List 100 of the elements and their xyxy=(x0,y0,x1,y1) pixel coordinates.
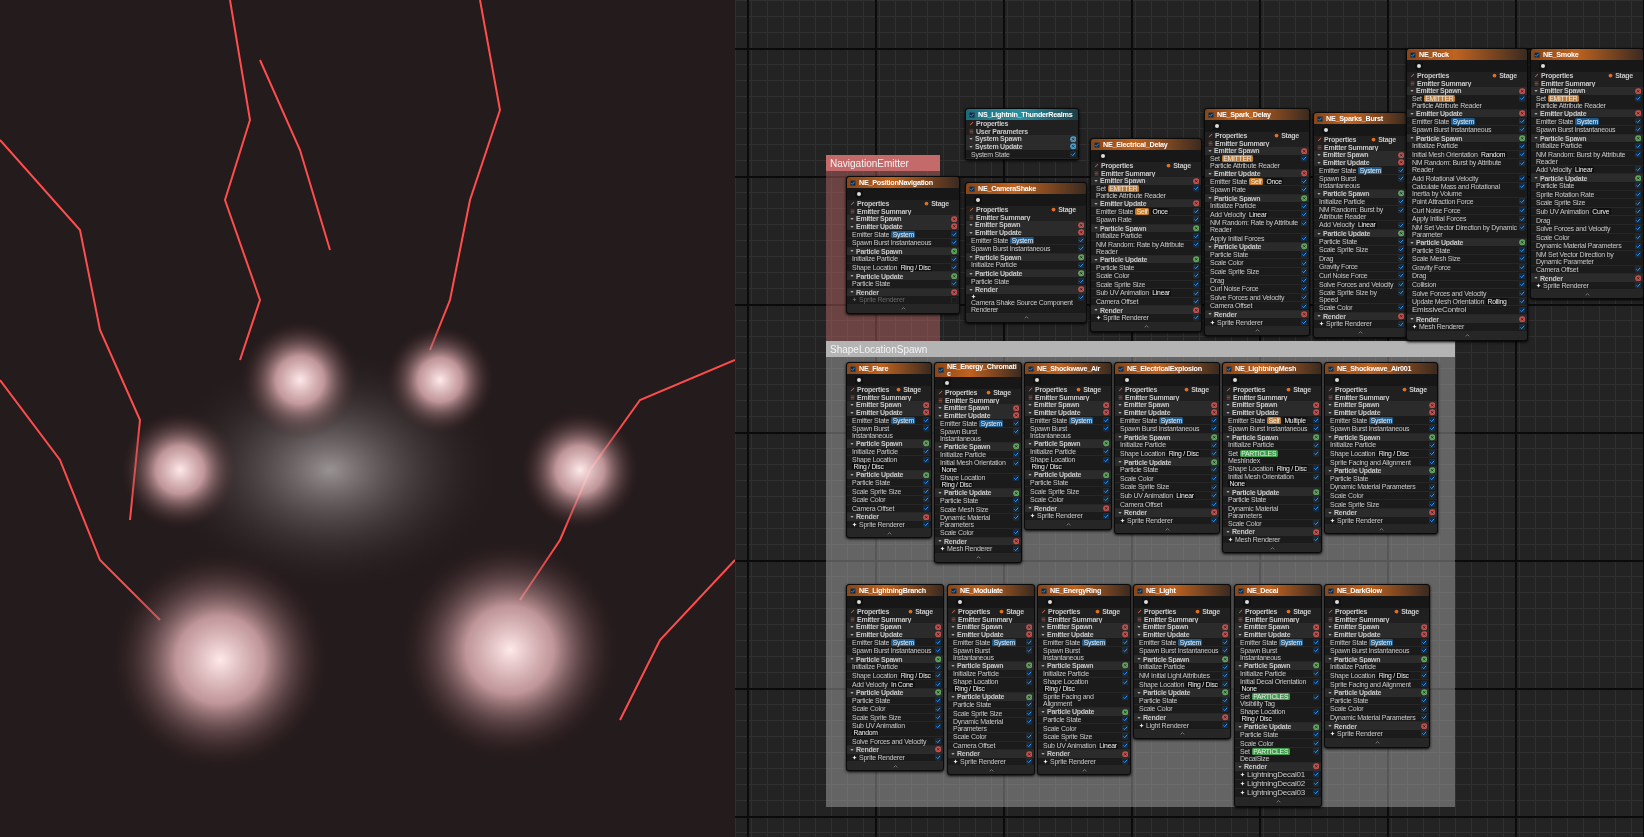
expand-arrow-icon[interactable] xyxy=(1534,89,1538,93)
enable-checkbox[interactable] xyxy=(934,672,941,679)
enable-checkbox[interactable] xyxy=(1210,517,1217,524)
enable-checkbox[interactable] xyxy=(922,448,929,455)
enable-checkbox[interactable] xyxy=(1518,272,1525,280)
comment-header[interactable]: NavigationEmitter xyxy=(826,155,940,171)
enable-checkbox[interactable] xyxy=(1518,198,1525,205)
enable-checkbox[interactable] xyxy=(1518,298,1525,305)
enable-checkbox[interactable] xyxy=(1518,323,1525,331)
enable-checkbox[interactable] xyxy=(1634,208,1641,215)
enable-checkbox[interactable] xyxy=(1518,183,1525,190)
collapse-chevron-icon[interactable] xyxy=(975,556,981,560)
emitter-node[interactable] xyxy=(1324,362,1438,535)
enable-checkbox[interactable] xyxy=(1397,206,1404,214)
enable-checkbox[interactable] xyxy=(1012,545,1019,553)
enable-checkbox[interactable] xyxy=(1012,497,1019,504)
collapse-chevron-icon[interactable] xyxy=(1584,292,1590,296)
enable-checkbox[interactable] xyxy=(1518,281,1525,288)
enable-checkbox[interactable] xyxy=(1397,304,1404,311)
collapse-chevron-icon[interactable] xyxy=(1378,527,1384,531)
enable-checkbox[interactable] xyxy=(1025,733,1032,740)
enable-checkbox[interactable] xyxy=(1300,186,1307,193)
enable-checkbox[interactable] xyxy=(1428,458,1435,466)
emitter-node[interactable] xyxy=(846,176,960,314)
collapse-chevron-icon[interactable] xyxy=(1065,523,1071,527)
emitter-node[interactable] xyxy=(1406,48,1528,341)
enable-checkbox[interactable] xyxy=(934,737,941,745)
enable-checkbox[interactable] xyxy=(922,487,929,495)
enable-checkbox[interactable] xyxy=(1428,517,1435,524)
enable-checkbox[interactable] xyxy=(1192,263,1199,271)
enable-checkbox[interactable] xyxy=(1420,647,1427,654)
enable-checkbox[interactable] xyxy=(1312,780,1319,787)
enable-checkbox[interactable] xyxy=(1121,670,1128,677)
enable-checkbox[interactable] xyxy=(1238,587,1244,594)
enable-checkbox[interactable] xyxy=(1428,500,1435,508)
enable-checkbox[interactable] xyxy=(1634,282,1641,289)
enable-checkbox[interactable] xyxy=(1312,731,1319,738)
enable-checkbox[interactable] xyxy=(1518,159,1525,167)
enable-checkbox[interactable] xyxy=(1210,466,1217,473)
enable-checkbox[interactable] xyxy=(1518,246,1525,254)
enable-checkbox[interactable] xyxy=(1312,536,1319,543)
enable-checkbox[interactable] xyxy=(1312,416,1319,424)
enable-checkbox[interactable] xyxy=(1012,451,1019,458)
emitter-node[interactable] xyxy=(1037,584,1131,776)
enable-checkbox[interactable] xyxy=(1312,465,1319,472)
enable-checkbox[interactable] xyxy=(1397,320,1404,328)
enable-checkbox[interactable] xyxy=(1397,255,1404,262)
enable-checkbox[interactable] xyxy=(1025,742,1032,749)
enable-checkbox[interactable] xyxy=(1397,198,1404,205)
enable-checkbox[interactable] xyxy=(1312,505,1319,512)
collapse-chevron-icon[interactable] xyxy=(988,768,994,772)
enable-checkbox[interactable] xyxy=(1025,647,1032,654)
emitter-node[interactable] xyxy=(1530,48,1644,300)
enable-checkbox[interactable] xyxy=(1221,647,1228,654)
enable-checkbox[interactable] xyxy=(1210,450,1217,457)
enable-checkbox[interactable] xyxy=(1420,714,1427,721)
enable-checkbox[interactable] xyxy=(1420,672,1427,679)
enable-checkbox[interactable] xyxy=(1226,365,1232,372)
enable-checkbox[interactable] xyxy=(1221,638,1228,646)
enable-checkbox[interactable] xyxy=(938,367,944,373)
enable-checkbox[interactable] xyxy=(922,456,929,464)
collapse-chevron-icon[interactable] xyxy=(1269,546,1275,550)
emitter-node[interactable] xyxy=(1114,362,1220,535)
enable-checkbox[interactable] xyxy=(1428,483,1435,491)
enable-checkbox[interactable] xyxy=(1518,117,1525,125)
enable-checkbox[interactable] xyxy=(1221,663,1228,671)
enable-checkbox[interactable] xyxy=(1312,771,1319,778)
enable-checkbox[interactable] xyxy=(1121,716,1128,723)
enable-checkbox[interactable] xyxy=(950,296,957,304)
enable-checkbox[interactable] xyxy=(1428,492,1435,499)
emitter-node[interactable] xyxy=(1234,584,1322,807)
enable-checkbox[interactable] xyxy=(1518,95,1525,102)
module-row[interactable]: LightningDecal01 xyxy=(1235,770,1321,780)
enable-checkbox[interactable] xyxy=(1102,416,1109,424)
enable-checkbox[interactable] xyxy=(1300,259,1307,267)
enable-checkbox[interactable] xyxy=(1300,302,1307,310)
emitter-node[interactable] xyxy=(1133,584,1231,739)
enable-checkbox[interactable] xyxy=(1312,425,1319,432)
enable-checkbox[interactable] xyxy=(1397,246,1404,253)
enable-checkbox[interactable] xyxy=(1210,425,1217,432)
enable-checkbox[interactable] xyxy=(1102,456,1109,464)
enable-checkbox[interactable] xyxy=(1077,236,1084,244)
enable-checkbox[interactable] xyxy=(1518,174,1525,182)
enable-checkbox[interactable] xyxy=(1518,207,1525,214)
enable-checkbox[interactable] xyxy=(1634,182,1641,189)
enable-checkbox[interactable] xyxy=(1300,294,1307,301)
enable-checkbox[interactable] xyxy=(1428,416,1435,424)
enable-checkbox[interactable] xyxy=(1518,151,1525,158)
enable-checkbox[interactable] xyxy=(1634,199,1641,207)
enable-checkbox[interactable] xyxy=(1312,450,1319,457)
enable-checkbox[interactable] xyxy=(969,185,975,192)
enable-checkbox[interactable] xyxy=(1300,268,1307,275)
collapse-chevron-icon[interactable] xyxy=(1143,325,1149,328)
enable-checkbox[interactable] xyxy=(934,697,941,704)
enable-checkbox[interactable] xyxy=(1397,289,1404,296)
enable-checkbox[interactable] xyxy=(1102,512,1109,520)
enable-checkbox[interactable] xyxy=(1025,709,1032,717)
enable-checkbox[interactable] xyxy=(1012,514,1019,521)
enable-checkbox[interactable] xyxy=(1634,117,1641,125)
enable-checkbox[interactable] xyxy=(1397,166,1404,174)
